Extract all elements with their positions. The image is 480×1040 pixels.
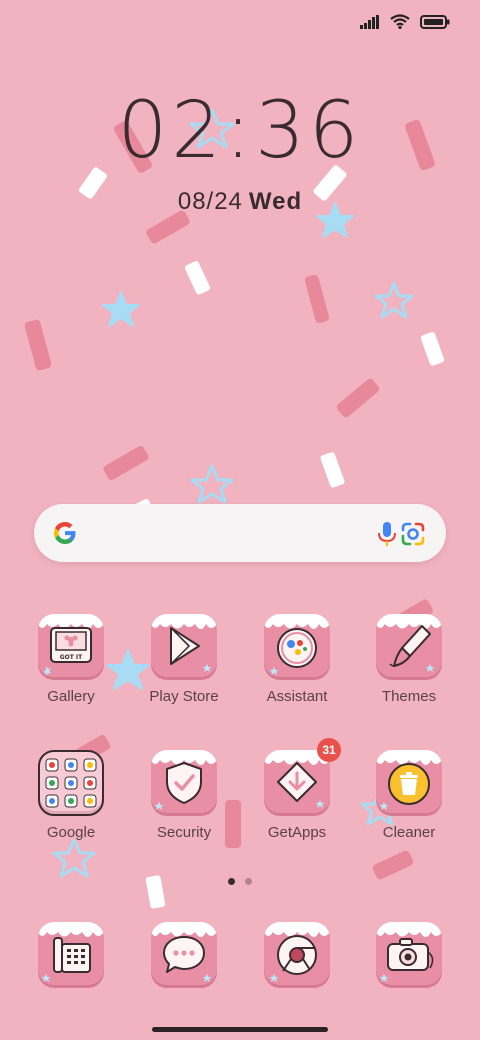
weekday-text: Wed: [248, 188, 303, 215]
wifi-icon: [390, 14, 410, 29]
app-play-store[interactable]: Play Store: [134, 614, 234, 705]
google-search-bar[interactable]: [34, 504, 446, 562]
phone-icon: [38, 922, 104, 982]
getapps-tile[interactable]: [264, 750, 330, 816]
page-dot-active: [228, 878, 235, 885]
gallery-tile-text: GOT IT: [60, 654, 83, 661]
status-bar: [360, 14, 450, 29]
play-store-icon: [151, 614, 217, 672]
app-cleaner[interactable]: Cleaner: [359, 750, 459, 841]
app-assistant[interactable]: Assistant: [247, 614, 347, 705]
play-store-tile[interactable]: [151, 614, 217, 680]
camera-tile[interactable]: [376, 922, 442, 988]
gallery-icon: GOT IT: [38, 614, 104, 676]
chrome-icon: [264, 922, 330, 982]
play-store-label: Play Store: [149, 688, 219, 705]
assistant-label: Assistant: [266, 688, 328, 705]
folder-icon: [45, 758, 97, 808]
signal-icon: [360, 14, 379, 29]
battery-icon: [420, 14, 450, 29]
themes-tile[interactable]: [376, 614, 442, 680]
page-dot: [245, 878, 252, 885]
shield-icon: [151, 750, 217, 810]
date-text: 08/24: [177, 188, 243, 215]
notification-badge: 31: [317, 738, 341, 762]
google-folder-label: Google: [46, 824, 96, 841]
trash-icon: [376, 750, 442, 810]
getapps-label: GetApps: [267, 824, 327, 841]
dock-chrome[interactable]: [247, 922, 347, 988]
google-logo-icon: [54, 522, 76, 544]
getapps-icon: [264, 750, 330, 808]
app-themes[interactable]: Themes: [359, 614, 459, 705]
lens-icon[interactable]: [400, 521, 426, 547]
app-google-folder[interactable]: Google: [21, 750, 121, 841]
security-tile[interactable]: [151, 750, 217, 816]
themes-label: Themes: [381, 688, 437, 705]
clock-date[interactable]: 08/24 Wed: [0, 188, 480, 216]
message-icon: [151, 922, 217, 982]
assistant-icon: [264, 614, 330, 675]
clock-time[interactable]: 02:36: [0, 92, 480, 170]
app-getapps[interactable]: 31 GetApps: [247, 738, 347, 841]
messages-tile[interactable]: [151, 922, 217, 988]
cleaner-tile[interactable]: [376, 750, 442, 816]
gesture-nav-bar[interactable]: [152, 1027, 328, 1032]
chrome-tile[interactable]: [264, 922, 330, 988]
dock-camera[interactable]: [359, 922, 459, 988]
security-label: Security: [156, 824, 212, 841]
dock-messages[interactable]: [134, 922, 234, 988]
app-security[interactable]: Security: [134, 750, 234, 841]
assistant-tile[interactable]: [264, 614, 330, 680]
mic-icon[interactable]: [375, 520, 399, 548]
gallery-tile[interactable]: GOT IT: [38, 614, 104, 680]
page-indicator[interactable]: [0, 878, 480, 885]
cleaner-label: Cleaner: [382, 824, 436, 841]
phone-tile[interactable]: [38, 922, 104, 988]
dock-phone[interactable]: [21, 922, 121, 988]
brush-icon: [376, 614, 442, 672]
app-gallery[interactable]: GOT IT Gallery: [21, 614, 121, 705]
google-folder-tile[interactable]: [38, 750, 104, 816]
camera-icon: [376, 922, 442, 982]
gallery-label: Gallery: [47, 688, 95, 705]
